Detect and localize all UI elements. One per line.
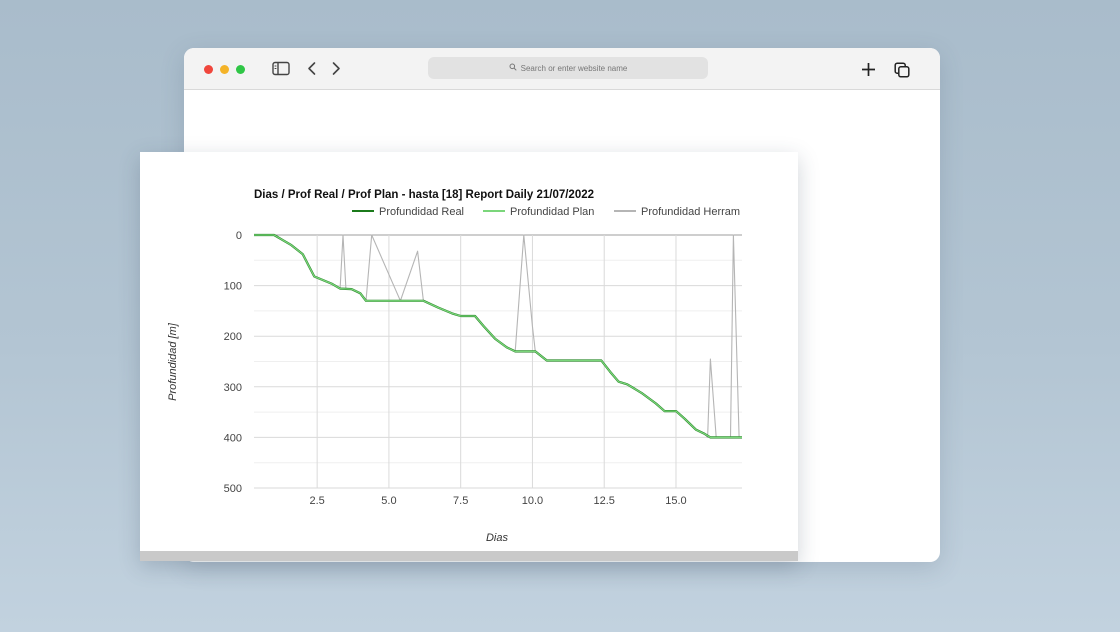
legend-item: Profundidad Herram: [614, 206, 740, 218]
chart-title: Dias / Prof Real / Prof Plan - hasta [18…: [254, 189, 594, 201]
x-tick-label: 2.5: [310, 495, 325, 507]
chart-card: 0 100 200 300 400 500 2.5 5.0 7.5 10.0 12.5 15.0 Di…: [140, 152, 798, 561]
legend-label: Profundidad Herram: [641, 206, 740, 218]
x-tick-label: 10.0: [522, 495, 543, 507]
sidebar-icon[interactable]: [272, 61, 290, 81]
y-tick-label: 0: [236, 230, 242, 242]
y-tick-label: 200: [224, 331, 242, 343]
address-placeholder: Search or enter website name: [520, 63, 628, 73]
axis-layer: 0 100 200 300 400 500 2.5 5.0 7.5 10.0 12.5 15.0: [224, 230, 687, 507]
x-tick-label: 15.0: [665, 495, 686, 507]
maximize-window-button[interactable]: [236, 65, 245, 74]
legend-item: Profundidad Plan: [483, 206, 594, 218]
minimize-window-button[interactable]: [220, 65, 229, 74]
back-chevron-icon[interactable]: [306, 61, 318, 81]
legend-label: Profundidad Plan: [510, 206, 594, 218]
y-tick-label: 500: [224, 483, 242, 495]
x-axis-label: Dias: [486, 532, 509, 544]
depth-chart: 0 100 200 300 400 500 2.5 5.0 7.5 10.0 12.5 15.0 Di…: [167, 189, 742, 544]
y-tick-label: 400: [224, 432, 242, 444]
y-tick-label: 100: [224, 281, 242, 293]
tabs-overview-icon[interactable]: [894, 62, 910, 83]
legend-label: Profundidad Real: [379, 206, 464, 218]
legend-item: Profundidad Real: [352, 206, 464, 218]
forward-chevron-icon[interactable]: [330, 61, 342, 81]
browser-toolbar: Search or enter website name: [184, 48, 940, 90]
x-tick-label: 7.5: [453, 495, 468, 507]
y-tick-label: 300: [224, 382, 242, 394]
grid-layer: [254, 234, 742, 489]
x-tick-label: 5.0: [381, 495, 396, 507]
new-tab-plus-icon[interactable]: [861, 62, 876, 82]
search-icon: [509, 63, 517, 73]
y-axis-label: Profundidad [m]: [167, 322, 179, 401]
address-bar[interactable]: Search or enter website name: [428, 57, 708, 79]
close-window-button[interactable]: [204, 65, 213, 74]
chart-card-footer: [140, 551, 798, 561]
legend: Profundidad Real Profundidad Plan Profundi…: [352, 206, 740, 218]
x-tick-label: 12.5: [594, 495, 615, 507]
